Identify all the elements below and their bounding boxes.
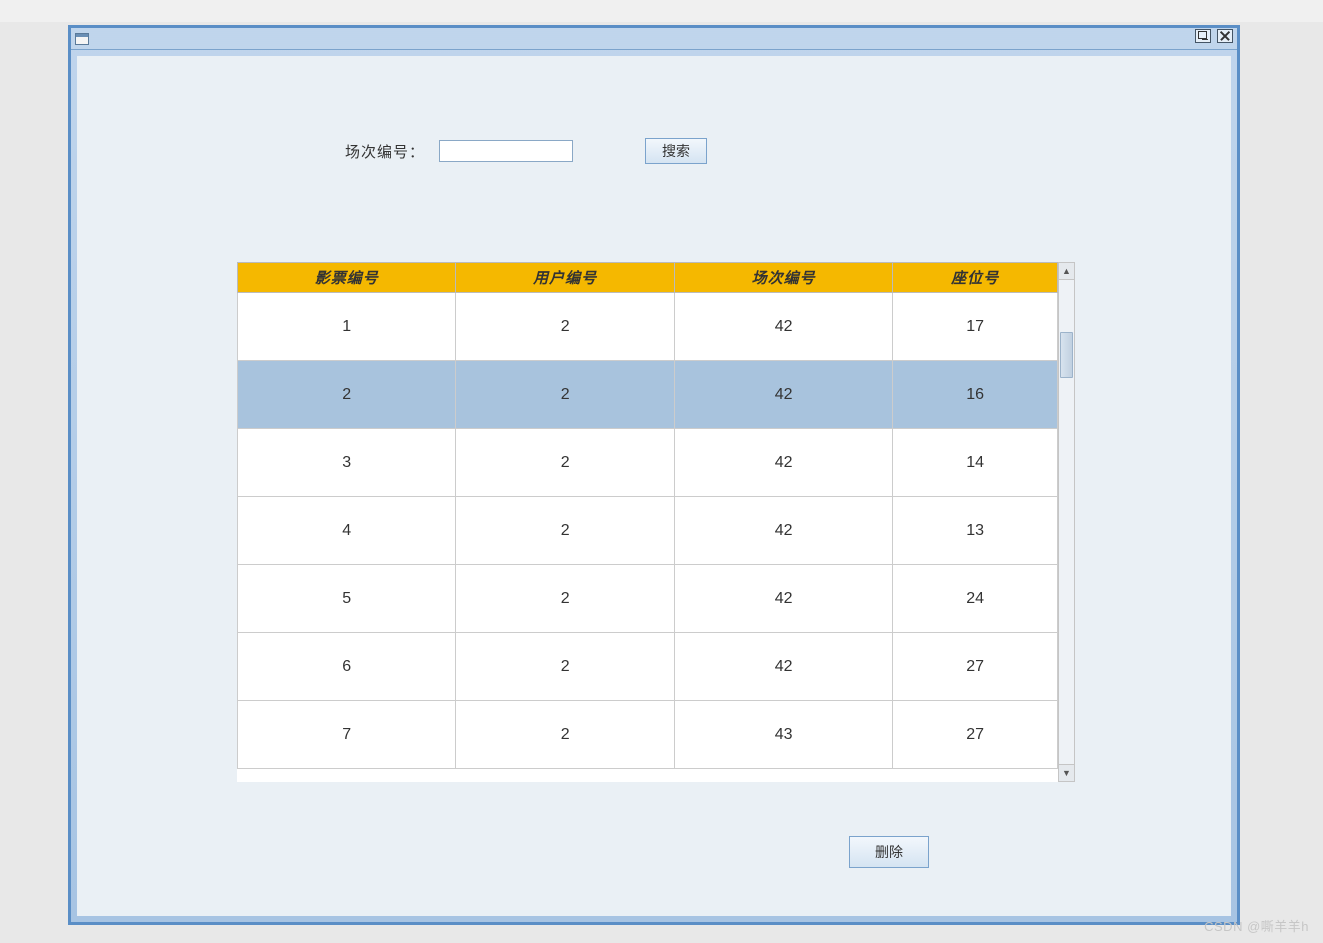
session-id-input[interactable]	[439, 140, 573, 162]
table-cell[interactable]: 7	[238, 701, 456, 769]
table-cell[interactable]: 2	[456, 701, 674, 769]
delete-button[interactable]: 删除	[849, 836, 929, 868]
table-body: 1242172242163242144242135242246242277243…	[238, 293, 1058, 769]
table-cell[interactable]: 1	[238, 293, 456, 361]
window-controls	[1195, 29, 1233, 43]
table-cell[interactable]: 17	[893, 293, 1058, 361]
scroll-down-arrow[interactable]: ▼	[1059, 764, 1074, 781]
table-row[interactable]: 524224	[238, 565, 1058, 633]
window-body: 场次编号： 搜索 影票编号用户编号场次编号座位号 124217224216324…	[77, 56, 1231, 916]
vertical-scrollbar[interactable]: ▲ ▼	[1058, 262, 1075, 782]
table-row[interactable]: 224216	[238, 361, 1058, 429]
table-cell[interactable]: 27	[893, 701, 1058, 769]
search-row: 场次编号： 搜索	[77, 138, 1231, 164]
scroll-track[interactable]	[1059, 280, 1074, 764]
internal-frame: 场次编号： 搜索 影票编号用户编号场次编号座位号 124217224216324…	[68, 25, 1240, 925]
session-id-label: 场次编号：	[345, 141, 425, 162]
table-cell[interactable]: 42	[674, 429, 892, 497]
table-header: 影票编号用户编号场次编号座位号	[238, 263, 1058, 293]
search-button[interactable]: 搜索	[645, 138, 707, 164]
table-cell[interactable]: 4	[238, 497, 456, 565]
table-cell[interactable]: 2	[456, 293, 674, 361]
table-cell[interactable]: 42	[674, 293, 892, 361]
table-cell[interactable]: 27	[893, 633, 1058, 701]
close-icon[interactable]	[1217, 29, 1233, 43]
table-cell[interactable]: 2	[238, 361, 456, 429]
table-row[interactable]: 424213	[238, 497, 1058, 565]
table-cell[interactable]: 6	[238, 633, 456, 701]
column-header-1[interactable]: 用户编号	[456, 263, 674, 293]
table-cell[interactable]: 2	[456, 565, 674, 633]
window-icon	[75, 33, 89, 45]
column-header-3[interactable]: 座位号	[893, 263, 1058, 293]
table-cell[interactable]: 2	[456, 429, 674, 497]
table-cell[interactable]: 3	[238, 429, 456, 497]
table-cell[interactable]: 5	[238, 565, 456, 633]
action-row: 删除	[77, 836, 1231, 868]
table-cell[interactable]: 2	[456, 497, 674, 565]
column-header-2[interactable]: 场次编号	[674, 263, 892, 293]
table-cell[interactable]: 43	[674, 701, 892, 769]
table-row[interactable]: 324214	[238, 429, 1058, 497]
table-cell[interactable]: 42	[674, 361, 892, 429]
table-row[interactable]: 624227	[238, 633, 1058, 701]
table-cell[interactable]: 2	[456, 633, 674, 701]
table-cell[interactable]: 42	[674, 565, 892, 633]
watermark: CSDN @嘶羊羊h	[1204, 916, 1309, 935]
scroll-up-arrow[interactable]: ▲	[1059, 263, 1074, 280]
table-cell[interactable]: 16	[893, 361, 1058, 429]
table-row[interactable]: 124217	[238, 293, 1058, 361]
table-cell[interactable]: 2	[456, 361, 674, 429]
table-cell[interactable]: 42	[674, 633, 892, 701]
outer-background	[0, 0, 1323, 22]
table-cell[interactable]: 24	[893, 565, 1058, 633]
table-cell[interactable]: 42	[674, 497, 892, 565]
table-row[interactable]: 724327	[238, 701, 1058, 769]
table-cell[interactable]: 13	[893, 497, 1058, 565]
ticket-table-container: 影票编号用户编号场次编号座位号 124217224216324214424213…	[237, 262, 1075, 782]
table-cell[interactable]: 14	[893, 429, 1058, 497]
column-header-0[interactable]: 影票编号	[238, 263, 456, 293]
restore-icon[interactable]	[1195, 29, 1211, 43]
titlebar[interactable]	[71, 28, 1237, 50]
ticket-table-main: 影票编号用户编号场次编号座位号 124217224216324214424213…	[237, 262, 1058, 782]
ticket-table: 影票编号用户编号场次编号座位号 124217224216324214424213…	[237, 262, 1058, 769]
scroll-thumb[interactable]	[1060, 332, 1073, 378]
